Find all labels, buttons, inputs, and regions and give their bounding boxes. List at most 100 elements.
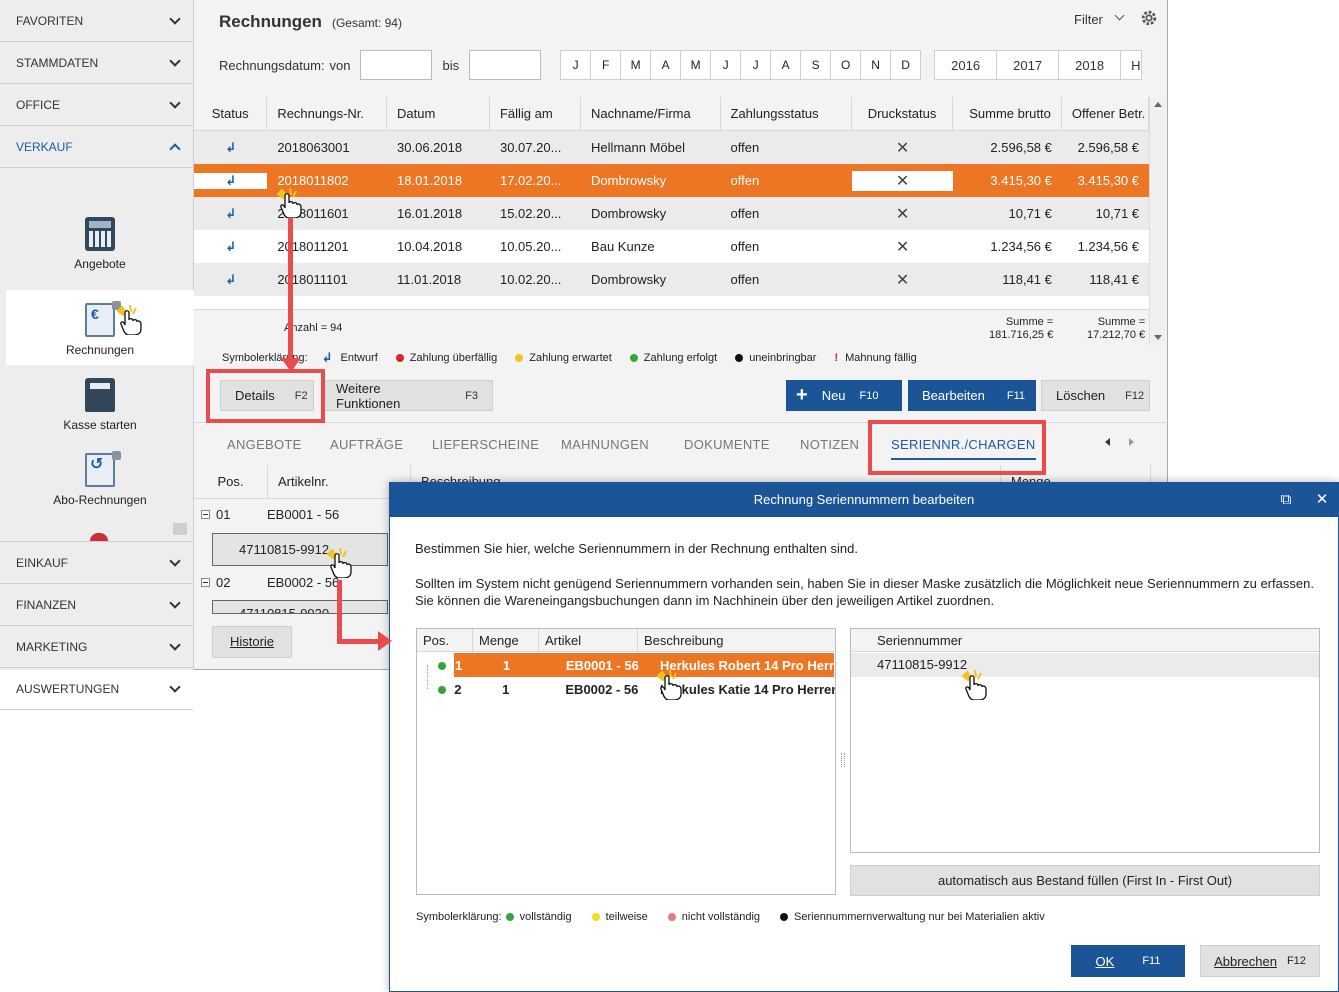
- table-row[interactable]: ↲ 2018063001 30.06.2018 30.07.20... Hellmann…: [194, 131, 1149, 164]
- not-printed-icon: ✕: [895, 238, 910, 256]
- serial-row[interactable]: 47110815-9912: [851, 653, 1319, 677]
- tab-mahnungen[interactable]: MAHNUNGEN: [561, 437, 649, 452]
- month-button[interactable]: F: [590, 50, 622, 80]
- col-summe[interactable]: Summe brutto: [953, 97, 1062, 131]
- tab-notizen[interactable]: NOTIZEN: [800, 437, 859, 452]
- table-scrollbar[interactable]: [1149, 97, 1165, 345]
- nav-auswertungen[interactable]: AUSWERTUNGEN: [0, 668, 193, 710]
- month-button[interactable]: S: [800, 50, 832, 80]
- print-status-cell: ✕: [852, 204, 953, 224]
- year-button[interactable]: 2018: [1058, 50, 1122, 80]
- col-name[interactable]: Nachname/Firma: [581, 97, 721, 131]
- more-functions-button[interactable]: Weitere Funktionen F3: [321, 380, 493, 411]
- cancel-button[interactable]: Abbrechen F12: [1200, 945, 1320, 977]
- splitter-handle[interactable]: [841, 753, 845, 767]
- tab-scroll-left-icon[interactable]: [1105, 438, 1110, 446]
- tab-angebote[interactable]: ANGEBOTE: [227, 437, 302, 452]
- scroll-down-icon[interactable]: [1154, 335, 1162, 340]
- col-nr[interactable]: Rechnungs-Nr.: [267, 97, 388, 131]
- month-button[interactable]: M: [680, 50, 712, 80]
- month-button[interactable]: A: [650, 50, 682, 80]
- col-status[interactable]: Status: [194, 97, 268, 131]
- new-button[interactable]: + Neu F10: [786, 380, 902, 411]
- month-button[interactable]: J: [740, 50, 772, 80]
- col-faellig[interactable]: Fällig am: [490, 97, 582, 131]
- menge-value: 1: [502, 681, 510, 697]
- delete-button[interactable]: Löschen F12: [1041, 380, 1150, 411]
- col-pos[interactable]: Pos.: [417, 629, 473, 651]
- nav-office[interactable]: OFFICE: [0, 84, 193, 126]
- table-row[interactable]: ↲ 2018011101 11.01.2018 10.02.20... Dombrows…: [194, 263, 1149, 296]
- cell-summe: 10,71 €: [1008, 206, 1052, 221]
- tab-auftraege[interactable]: AUFTRÄGE: [330, 437, 403, 452]
- serial-cell[interactable]: 47110815-9912: [212, 533, 388, 566]
- date-to-input[interactable]: [469, 50, 542, 80]
- nav-einkauf[interactable]: EINKAUF: [0, 542, 193, 584]
- tile-rechnungen[interactable]: Rechnungen: [6, 290, 194, 365]
- nav-verkauf[interactable]: VERKAUF: [0, 126, 193, 168]
- chevron-down-icon[interactable]: [1114, 10, 1125, 21]
- close-icon[interactable]: ✕: [1304, 483, 1339, 517]
- popout-icon[interactable]: ⧉: [1268, 483, 1304, 517]
- nav-marketing[interactable]: MARKETING: [0, 626, 193, 668]
- gear-icon[interactable]: [1140, 9, 1158, 27]
- col-zahlungsstatus[interactable]: Zahlungsstatus: [721, 97, 853, 131]
- sidebar-scroll-button[interactable]: [173, 523, 187, 535]
- year-button[interactable]: 2016: [934, 50, 998, 80]
- month-button[interactable]: J: [560, 50, 592, 80]
- tile-angebote[interactable]: Angebote: [6, 204, 194, 279]
- highlight-details: [206, 369, 325, 423]
- year-button[interactable]: 2017: [996, 50, 1060, 80]
- date-from-input[interactable]: [360, 50, 433, 80]
- collapse-icon[interactable]: [201, 510, 210, 519]
- table-row[interactable]: ↲ 2018011601 16.01.2018 15.02.20... Dombrows…: [194, 197, 1149, 230]
- serial-cell[interactable]: 47110815-9920: [212, 600, 388, 614]
- tab-scroll-right-icon[interactable]: [1129, 438, 1134, 446]
- list-item[interactable]: 2 1 EB0002 - 56 Herkules Katie 14 Pro He…: [417, 677, 835, 701]
- table-row[interactable]: ↲ 2018011802 18.01.2018 17.02.20... Dombrows…: [194, 164, 1149, 197]
- month-button[interactable]: D: [890, 50, 922, 80]
- month-button[interactable]: J: [710, 50, 742, 80]
- pos-value: 1: [455, 657, 463, 673]
- col-pos[interactable]: Pos.: [194, 465, 268, 498]
- history-button[interactable]: Historie: [212, 626, 292, 658]
- chevron-up-icon: [169, 142, 181, 155]
- table-row[interactable]: ↲ 2018011201 10.04.2018 10.05.20... Bau Kunz…: [194, 230, 1149, 263]
- year-button[interactable]: H: [1120, 50, 1143, 80]
- ok-button[interactable]: OK F11: [1071, 945, 1185, 977]
- col-beschreibung[interactable]: Beschreibung: [638, 629, 835, 651]
- col-offen[interactable]: Offener Betr.: [1062, 97, 1149, 131]
- filter-button[interactable]: Filter: [1074, 12, 1103, 27]
- summary-row: Anzahl = 94 Summe = 181.716,25 € Summe =…: [194, 309, 1149, 345]
- month-button[interactable]: O: [830, 50, 862, 80]
- month-button[interactable]: A: [770, 50, 802, 80]
- col-menge[interactable]: Menge: [473, 629, 539, 651]
- tile-abo-rechnungen[interactable]: Abo-Rechnungen: [6, 440, 194, 515]
- position-row[interactable]: 01 EB0001 - 56: [194, 507, 339, 522]
- nav-finanzen[interactable]: FINANZEN: [0, 584, 193, 626]
- nav-stammdaten[interactable]: STAMMDATEN: [0, 42, 193, 84]
- position-row[interactable]: 02 EB0002 - 56: [194, 575, 339, 590]
- col-druckstatus[interactable]: Druckstatus: [852, 97, 954, 131]
- month-button[interactable]: M: [620, 50, 652, 80]
- nav-favoriten[interactable]: FAVORITEN: [0, 0, 193, 42]
- tab-dokumente[interactable]: DOKUMENTE: [684, 437, 770, 452]
- button-label: Weitere Funktionen: [336, 380, 401, 411]
- col-datum[interactable]: Datum: [387, 97, 490, 131]
- month-button[interactable]: N: [860, 50, 892, 80]
- edit-button[interactable]: Bearbeiten F11: [908, 380, 1036, 411]
- scroll-up-icon[interactable]: [1153, 102, 1162, 107]
- tab-lieferscheine[interactable]: LIEFERSCHEINE: [432, 437, 539, 452]
- chevron-down-icon: [169, 96, 181, 109]
- pos-value: 2: [454, 681, 462, 697]
- auto-fill-button[interactable]: automatisch aus Bestand füllen (First In…: [850, 865, 1320, 896]
- serial-number-dialog: Rechnung Seriennummern bearbeiten ⧉ ✕ Be…: [389, 482, 1339, 992]
- collapse-icon[interactable]: [201, 578, 210, 587]
- page-subtitle: (Gesamt: 94): [331, 16, 402, 30]
- selected-article-row[interactable]: 1 1 EB0001 - 56 Herkules Robert 14 Pro H…: [454, 653, 834, 677]
- col-artikel[interactable]: Artikel: [539, 629, 638, 651]
- col-seriennummer[interactable]: Seriennummer: [851, 629, 1319, 651]
- tile-kasse-starten[interactable]: Kasse starten: [6, 365, 194, 440]
- legend-label: nicht vollständig: [681, 911, 761, 923]
- list-item[interactable]: 1 1 EB0001 - 56 Herkules Robert 14 Pro H…: [417, 653, 835, 689]
